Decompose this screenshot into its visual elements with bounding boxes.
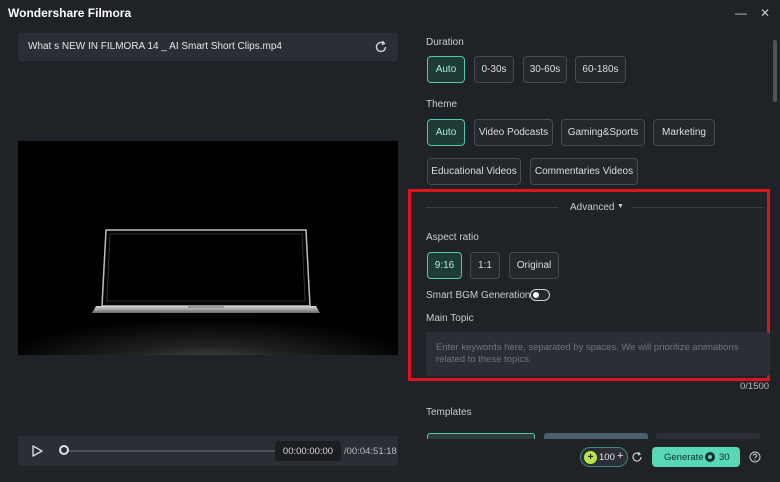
generate-button[interactable]: Generate 30 bbox=[652, 447, 740, 467]
template-card-1[interactable] bbox=[427, 433, 535, 439]
minimize-button[interactable]: — bbox=[730, 2, 752, 24]
app-title: Wondershare Filmora bbox=[8, 6, 132, 20]
duration-option-0-30s[interactable]: 0-30s bbox=[474, 56, 514, 83]
theme-option-video-podcasts[interactable]: Video Podcasts bbox=[474, 119, 553, 146]
current-timecode[interactable]: 00:00:00:00 bbox=[275, 441, 341, 461]
play-icon[interactable] bbox=[30, 444, 44, 458]
player-controls: 00:00:00:00 /00:04:51:18 bbox=[18, 436, 398, 466]
duration-option-60-180s[interactable]: 60-180s bbox=[575, 56, 626, 83]
theme-option-marketing[interactable]: Marketing bbox=[653, 119, 715, 146]
credits-badge[interactable]: + 100 + bbox=[580, 447, 628, 467]
coin-icon bbox=[705, 452, 715, 462]
smart-bgm-label: Smart BGM Generation bbox=[426, 290, 531, 301]
caret-down-icon[interactable]: ▼ bbox=[617, 203, 624, 210]
character-counter: 0/1500 bbox=[740, 381, 770, 392]
aspect-ratio-original[interactable]: Original bbox=[509, 252, 559, 279]
generate-label: Generate bbox=[664, 452, 704, 463]
smart-bgm-toggle[interactable] bbox=[530, 289, 550, 301]
template-card-2[interactable] bbox=[544, 433, 648, 439]
generate-cost: 30 bbox=[719, 452, 730, 463]
laptop-image bbox=[18, 141, 398, 355]
credit-coin-icon: + bbox=[584, 451, 597, 464]
duration-option-30-60s[interactable]: 30-60s bbox=[523, 56, 567, 83]
aspect-ratio-label: Aspect ratio bbox=[426, 232, 479, 243]
main-topic-placeholder: Enter keywords here, separated by spaces… bbox=[436, 342, 739, 365]
file-name-bar: What s NEW IN FILMORA 14 _ AI Smart Shor… bbox=[18, 33, 398, 61]
advanced-toggle[interactable]: Advanced bbox=[570, 202, 614, 213]
theme-option-auto[interactable]: Auto bbox=[427, 119, 465, 146]
help-icon[interactable] bbox=[749, 451, 761, 463]
aspect-ratio-1-1[interactable]: 1:1 bbox=[470, 252, 500, 279]
file-name: What s NEW IN FILMORA 14 _ AI Smart Shor… bbox=[28, 41, 282, 52]
theme-label: Theme bbox=[426, 99, 458, 110]
duration-label: Duration bbox=[426, 37, 464, 48]
main-topic-label: Main Topic bbox=[426, 313, 474, 324]
templates-label: Templates bbox=[426, 407, 472, 418]
advanced-divider-right bbox=[632, 207, 764, 208]
total-duration: /00:04:51:18 bbox=[344, 446, 397, 457]
theme-option-gaming-sports[interactable]: Gaming&Sports bbox=[561, 119, 645, 146]
video-preview[interactable] bbox=[18, 141, 398, 355]
duration-option-auto[interactable]: Auto bbox=[427, 56, 465, 83]
theme-option-educational-videos[interactable]: Educational Videos bbox=[427, 158, 521, 185]
aspect-ratio-9-16[interactable]: 9:16 bbox=[427, 252, 462, 279]
credits-count: 100 bbox=[599, 452, 615, 463]
scrollbar-thumb[interactable] bbox=[773, 40, 777, 102]
add-credits-button[interactable]: + bbox=[617, 450, 623, 462]
template-card-3[interactable] bbox=[656, 433, 760, 439]
main-topic-input[interactable]: Enter keywords here, separated by spaces… bbox=[426, 332, 770, 376]
progress-knob[interactable] bbox=[59, 445, 69, 455]
toggle-knob bbox=[533, 292, 539, 298]
advanced-divider-left bbox=[426, 207, 558, 208]
refresh-icon[interactable] bbox=[373, 39, 389, 55]
close-button[interactable]: ✕ bbox=[754, 2, 776, 24]
theme-option-commentaries-videos[interactable]: Commentaries Videos bbox=[530, 158, 638, 185]
sync-icon[interactable] bbox=[631, 451, 643, 463]
progress-track[interactable] bbox=[62, 450, 282, 452]
title-bar: Wondershare Filmora — ✕ bbox=[0, 0, 780, 26]
